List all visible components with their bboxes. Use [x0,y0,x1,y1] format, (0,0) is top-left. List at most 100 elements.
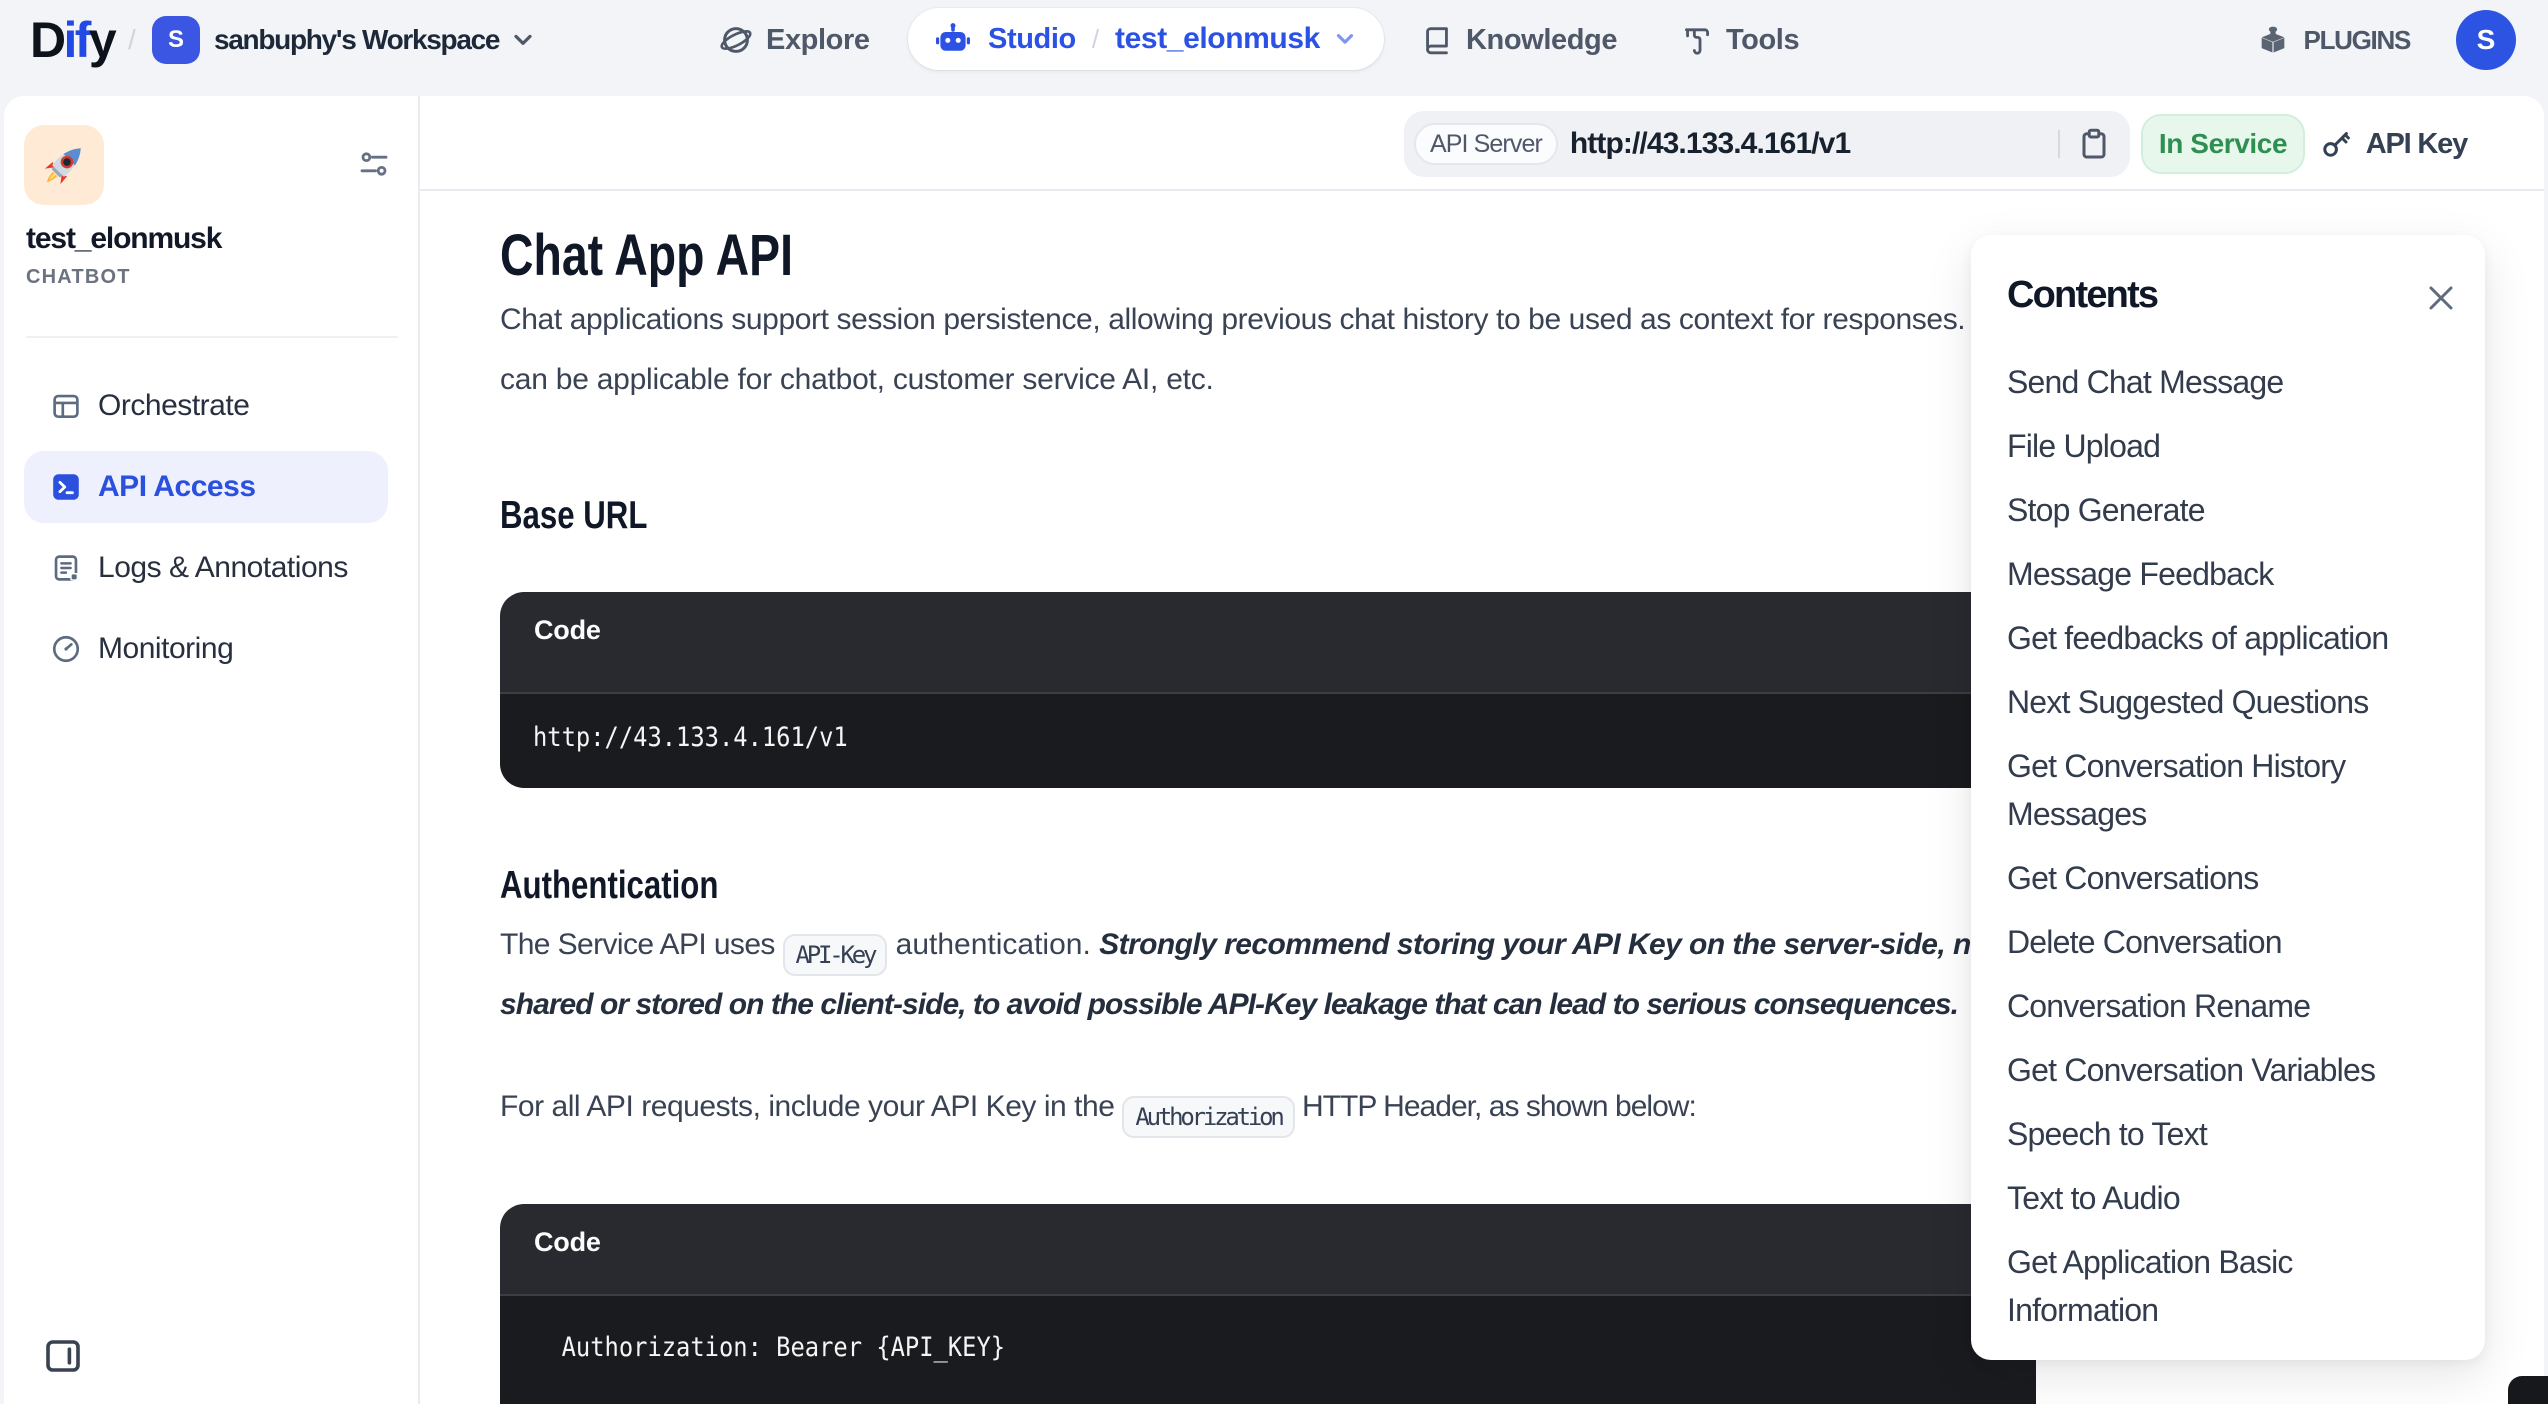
tab-knowledge[interactable]: Knowledge [1420,0,1617,80]
dify-logo[interactable]: Dify [30,0,114,80]
sidebar-nav: Orchestrate API Access Logs & Annotation… [24,370,388,694]
user-avatar[interactable]: S [2456,10,2516,70]
contents-item[interactable]: Speech to Text [2007,1110,2449,1158]
status-badge: In Service [2141,114,2305,174]
contents-item[interactable]: File Upload [2007,422,2449,470]
contents-panel: Contents Send Chat Message File Upload S… [1971,235,2485,1360]
authorization-code: Authorization: Bearer {API_KEY} [533,1332,1005,1363]
workspace-name: sanbuphy's Workspace [214,24,499,56]
contents-item[interactable]: Next Suggested Questions [2007,678,2449,726]
contents-item[interactable]: Text to Audio [2007,1174,2449,1222]
api-server-url: http://43.133.4.161/v1 [1570,127,2058,161]
code-block-body: http://43.133.4.161/v1 [500,694,2036,788]
contents-list: Send Chat Message File Upload Stop Gener… [2007,358,2449,1350]
api-server-box: API Server http://43.133.4.161/v1 [1404,111,2130,177]
app-type-label: CHATBOT [26,266,131,289]
key-icon [2320,128,2352,160]
sidebar-item-label: Orchestrate [98,389,249,423]
base-url-code: http://43.133.4.161/v1 [533,722,848,753]
sidebar-item-label: Monitoring [98,632,233,666]
hammer-icon [1680,23,1714,57]
book-icon [1420,23,1454,57]
header-right: PLUGINS S [2256,0,2516,80]
chevron-down-icon [509,26,537,54]
sidebar-item-label: API Access [98,470,256,504]
base-url-code-block: Code http://43.133.4.161/v1 [500,592,2036,788]
auth-paragraph2: For all API requests, include your API K… [500,1090,1696,1138]
app-avatar [24,125,104,205]
logo-part-d: D [30,11,64,69]
tab-tools[interactable]: Tools [1680,0,1799,80]
api-key-button[interactable]: API Key [2320,114,2467,174]
breadcrumb-slash: / [128,0,136,80]
close-icon [2424,281,2458,315]
copy-icon[interactable] [2078,127,2110,161]
authentication-heading: Authentication [500,864,718,908]
tab-studio-label: Studio [988,23,1076,56]
code-block-header: Code [500,592,2036,694]
tab-knowledge-label: Knowledge [1466,24,1617,57]
plugins-label: PLUGINS [2304,25,2410,56]
chevron-down-icon [1332,26,1358,52]
api-key-chip: API-Key [783,934,888,976]
sidebar-item-orchestrate[interactable]: Orchestrate [24,370,388,442]
contents-item[interactable]: Get Conversation Variables [2007,1046,2449,1094]
document-lines-icon [50,552,82,584]
workspace-selector[interactable]: S sanbuphy's Workspace [152,16,537,64]
authorization-code-block: Code Authorization: Bearer {API_KEY} [500,1204,2036,1404]
auth-paragraph-line1: The Service API uses API-Key authenticat… [500,928,1998,976]
tab-explore[interactable]: Explore [718,0,870,80]
studio-slash: / [1092,24,1099,55]
close-contents-button[interactable] [2421,278,2461,318]
tab-explore-label: Explore [766,24,870,57]
plugin-box-icon [2256,23,2290,57]
auth-paragraph-line2: shared or stored on the client-side, to … [500,988,1958,1022]
page: Dify / S sanbuphy's Workspace Explore St… [0,0,2548,1404]
studio-app-name: test_elonmusk [1115,22,1320,56]
sliders-icon[interactable] [358,148,390,180]
terminal-icon [50,471,82,503]
sidebar-item-label: Logs & Annotations [98,551,348,585]
contents-item[interactable]: Get Conversations [2007,854,2449,902]
rocket-icon [37,138,91,192]
contents-item[interactable]: Stop Generate [2007,486,2449,534]
contents-item[interactable]: Conversation Rename [2007,982,2449,1030]
authorization-chip: Authorization [1122,1096,1294,1138]
top-header: Dify / S sanbuphy's Workspace Explore St… [0,0,2548,96]
sidebar-item-logs[interactable]: Logs & Annotations [24,532,388,604]
app-sidebar: test_elonmusk CHATBOT Orchestrate API Ac… [4,96,420,1404]
main-topbar: API Server http://43.133.4.161/v1 In Ser… [420,96,2544,191]
contents-item[interactable]: Delete Conversation [2007,918,2449,966]
explore-icon [718,22,754,58]
robot-icon [934,20,972,58]
intro-paragraph-line1: Chat applications support session persis… [500,303,2031,337]
tab-tools-label: Tools [1726,24,1799,57]
api-key-label: API Key [2366,128,2467,161]
api-server-label: API Server [1414,123,1558,165]
workspace-avatar: S [152,16,200,64]
contents-item[interactable]: Get feedbacks of application [2007,614,2449,662]
contents-item[interactable]: Send Chat Message [2007,358,2449,406]
contents-item[interactable]: Get Application Basic Information [2007,1238,2449,1334]
base-url-heading: Base URL [500,494,647,538]
sidebar-item-monitoring[interactable]: Monitoring [24,613,388,685]
plugins-button[interactable]: PLUGINS [2256,23,2410,57]
collapse-sidebar-icon[interactable] [46,1340,80,1372]
sidebar-item-api-access[interactable]: API Access [24,451,388,523]
sidebar-divider [26,336,398,338]
contents-heading: Contents [2007,274,2157,317]
logo-part-if: if [64,11,89,69]
tab-studio-active[interactable]: Studio / test_elonmusk [908,8,1384,70]
window-grid-icon [50,390,82,422]
app-name: test_elonmusk [26,222,221,256]
contents-item[interactable]: Message Feedback [2007,550,2449,598]
api-box-divider [2058,130,2060,158]
intro-paragraph-line2: can be applicable for chatbot, customer … [500,363,1214,397]
code-block-header: Code [500,1204,2036,1296]
contents-item[interactable]: Get Conversation History Messages [2007,742,2449,838]
doc-title: Chat App API [500,222,793,289]
logo-part-y: y [89,11,114,69]
code-block-body: Authorization: Bearer {API_KEY} [500,1296,2036,1404]
gauge-icon [50,633,82,665]
corner-widget[interactable] [2508,1376,2548,1404]
